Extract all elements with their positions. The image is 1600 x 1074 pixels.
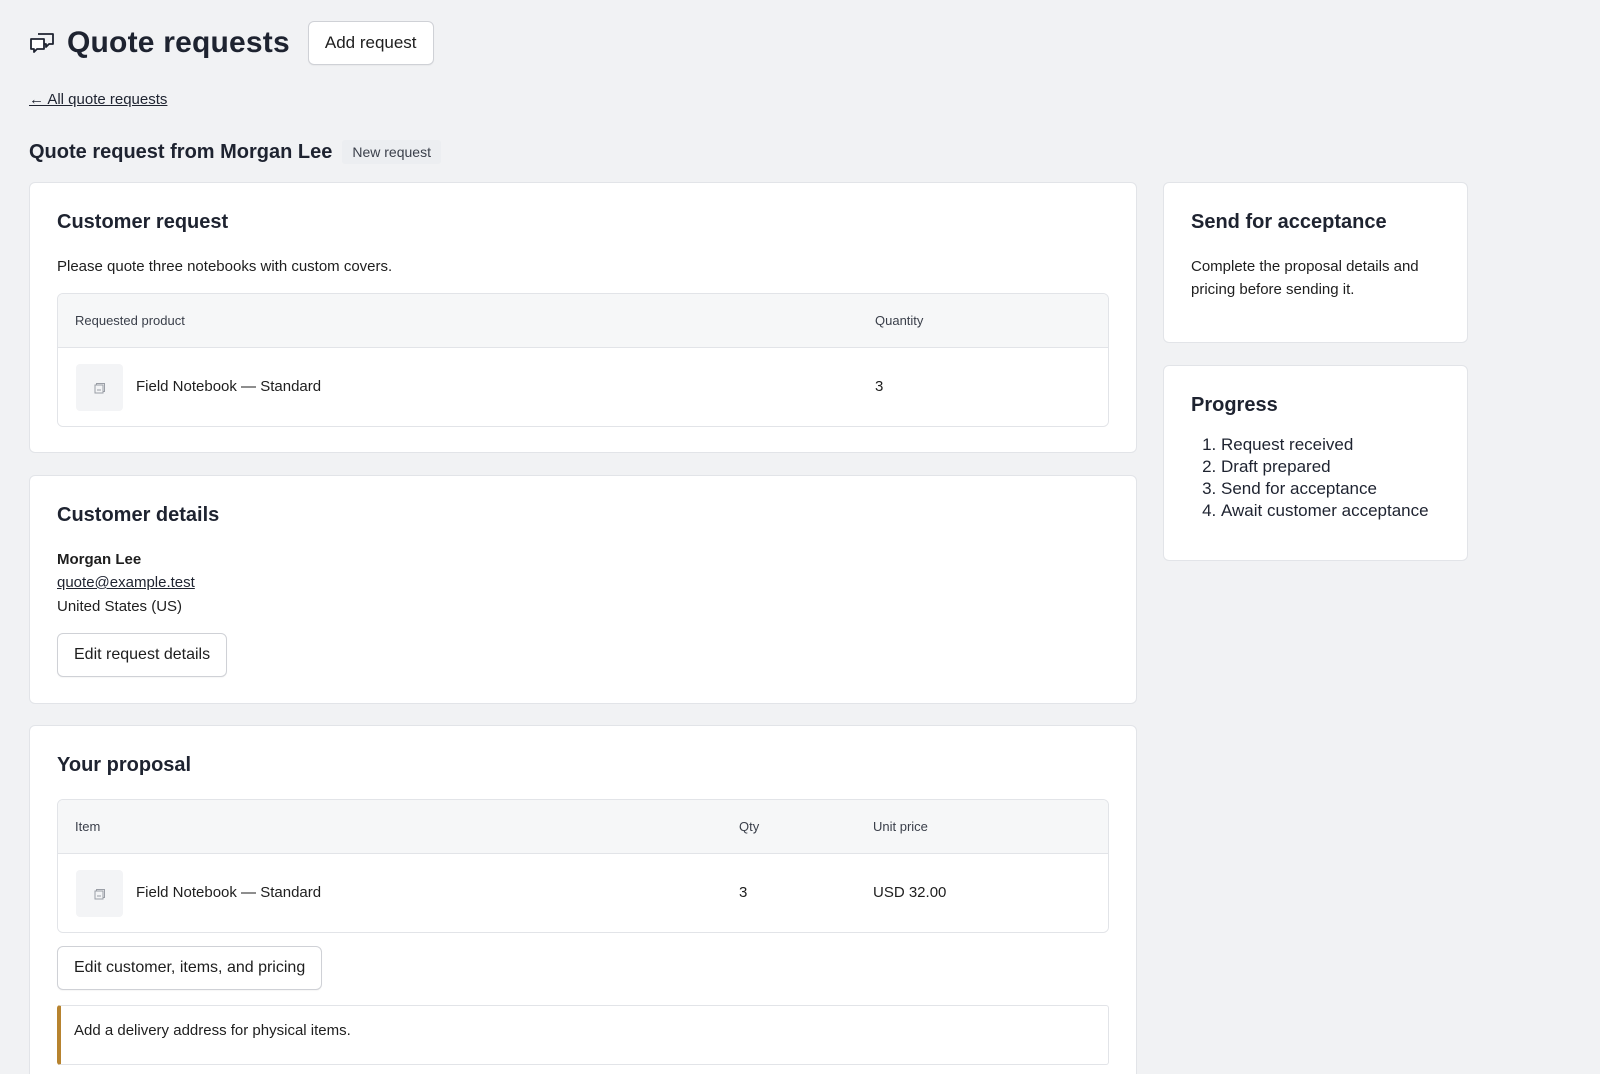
page-header: Quote requests Add request: [29, 21, 434, 65]
request-subheader: Quote request from Morgan Lee New reques…: [29, 140, 441, 164]
customer-request-title: Customer request: [57, 211, 229, 233]
customer-email-link[interactable]: quote@example.test: [57, 574, 195, 591]
item-unit-price: USD 32.00: [873, 884, 947, 901]
table-header: Item Qty Unit price: [58, 800, 1108, 854]
notice-text: Add a delivery address for physical item…: [74, 1022, 351, 1039]
proposal-items-table: Item Qty Unit price Field Notebook — Sta…: [57, 799, 1109, 933]
customer-name: Morgan Lee: [57, 551, 142, 568]
status-badge: New request: [342, 140, 441, 164]
customer-details-card: Customer details Morgan Lee quote@exampl…: [29, 475, 1137, 704]
column-header-product: Requested product: [75, 313, 185, 328]
progress-title: Progress: [1191, 394, 1278, 416]
add-request-button[interactable]: Add request: [307, 21, 434, 65]
proposal-title: Your proposal: [57, 754, 192, 776]
customer-details-title: Customer details: [57, 504, 220, 526]
quote-requests-icon: [30, 33, 54, 53]
send-for-acceptance-text: Complete the proposal details and pricin…: [1191, 258, 1419, 298]
edit-request-details-button[interactable]: Edit request details: [57, 633, 228, 677]
requested-products-table: Requested product Quantity Field Noteboo…: [57, 293, 1109, 427]
page-title: Quote requests: [67, 26, 290, 59]
quote-request-page: Quote requests Add request ← All quote r…: [0, 0, 1600, 1074]
table-header: Requested product Quantity: [58, 294, 1108, 348]
table-row: Field Notebook — Standard 3 USD 32.00: [58, 854, 1108, 932]
edit-customer-items-pricing-button[interactable]: Edit customer, items, and pricing: [57, 946, 323, 990]
progress-step: Draft prepared: [1221, 456, 1429, 478]
delivery-address-notice: Add a delivery address for physical item…: [57, 1005, 1109, 1065]
product-thumbnail: [76, 870, 123, 917]
image-placeholder-icon: [94, 888, 105, 899]
request-title: Quote request from Morgan Lee: [29, 140, 333, 163]
send-for-acceptance-card: Send for acceptance Complete the proposa…: [1163, 182, 1468, 343]
progress-step: Send for acceptance: [1221, 478, 1429, 500]
progress-step: Request received: [1221, 434, 1429, 456]
column-header-unit-price: Unit price: [873, 819, 928, 834]
customer-country: United States (US): [57, 598, 183, 615]
product-thumbnail: [76, 364, 123, 411]
item-name: Field Notebook — Standard: [136, 884, 322, 901]
image-placeholder-icon: [94, 382, 105, 393]
progress-step: Await customer acceptance: [1221, 500, 1429, 522]
customer-request-message: Please quote three notebooks with custom…: [57, 258, 393, 275]
column-header-qty: Qty: [739, 819, 760, 834]
table-row: Field Notebook — Standard 3: [58, 348, 1108, 426]
send-for-acceptance-title: Send for acceptance: [1191, 211, 1387, 233]
proposal-card: Your proposal Item Qty Unit price Field …: [29, 725, 1137, 1074]
product-quantity: 3: [875, 378, 884, 395]
progress-card: Progress Request received Draft prepared…: [1163, 365, 1468, 561]
customer-request-card: Customer request Please quote three note…: [29, 182, 1137, 453]
item-qty: 3: [739, 884, 748, 901]
all-quote-requests-link[interactable]: ← All quote requests: [29, 91, 167, 108]
product-name: Field Notebook — Standard: [136, 378, 322, 395]
column-header-quantity: Quantity: [875, 313, 924, 328]
column-header-item: Item: [75, 819, 101, 834]
progress-steps: Request received Draft prepared Send for…: [1191, 434, 1429, 522]
